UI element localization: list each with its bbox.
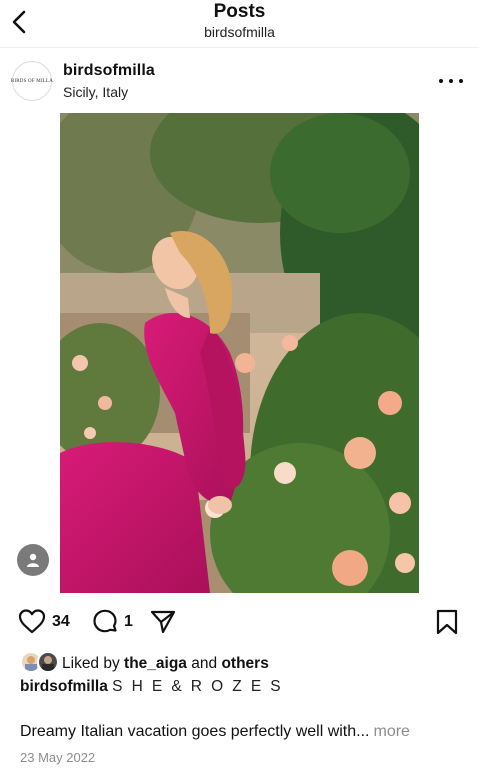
comment-icon — [93, 609, 117, 633]
caption-description: Dreamy Italian vacation goes perfectly w… — [20, 723, 410, 741]
caption-username[interactable]: birdsofmilla — [20, 678, 108, 695]
top-navigation-bar: Posts birdsofmilla — [0, 0, 479, 48]
liker-avatar — [37, 651, 59, 673]
caption-title: S H E & R O Z E S — [112, 678, 284, 695]
liked-by-text: Liked by the_aiga and others — [62, 655, 269, 673]
post-username[interactable]: birdsofmilla — [63, 62, 155, 80]
comment-count[interactable]: 1 — [124, 613, 133, 631]
like-count[interactable]: 34 — [52, 613, 70, 631]
paper-plane-icon — [150, 610, 176, 634]
user-icon — [27, 553, 39, 567]
caption: birdsofmilla S H E & R O Z E S — [20, 678, 283, 696]
post-image[interactable] — [60, 113, 419, 593]
post-action-bar: 34 1 — [0, 604, 479, 640]
liker-avatars — [20, 651, 60, 673]
tagged-users-button[interactable] — [17, 544, 49, 576]
liked-by-others[interactable]: others — [221, 655, 268, 672]
post-date: 23 May 2022 — [20, 750, 96, 765]
more-horizontal-icon — [439, 79, 443, 83]
description-text: Dreamy Italian vacation goes perfectly w… — [20, 723, 370, 740]
liked-by-prefix: Liked by — [62, 655, 120, 672]
more-link[interactable]: more — [373, 723, 409, 740]
more-options-button[interactable] — [439, 72, 463, 90]
heart-icon — [18, 609, 46, 634]
comment-button[interactable] — [91, 608, 119, 641]
post-location[interactable]: Sicily, Italy — [63, 84, 128, 100]
page-subtitle: birdsofmilla — [204, 24, 275, 40]
profile-avatar[interactable]: BIRDS OF MILLA — [10, 61, 54, 101]
bookmark-icon — [436, 609, 458, 635]
save-button[interactable] — [435, 608, 459, 641]
liked-by-username[interactable]: the_aiga — [124, 655, 187, 672]
avatar-logo-text: BIRDS OF MILLA — [10, 78, 54, 84]
liked-by-and: and — [191, 655, 218, 672]
post-header: BIRDS OF MILLA birdsofmilla Sicily, Ital… — [0, 56, 479, 110]
page-title: Posts — [213, 1, 266, 22]
share-button[interactable] — [149, 608, 177, 641]
like-button[interactable] — [18, 608, 46, 639]
